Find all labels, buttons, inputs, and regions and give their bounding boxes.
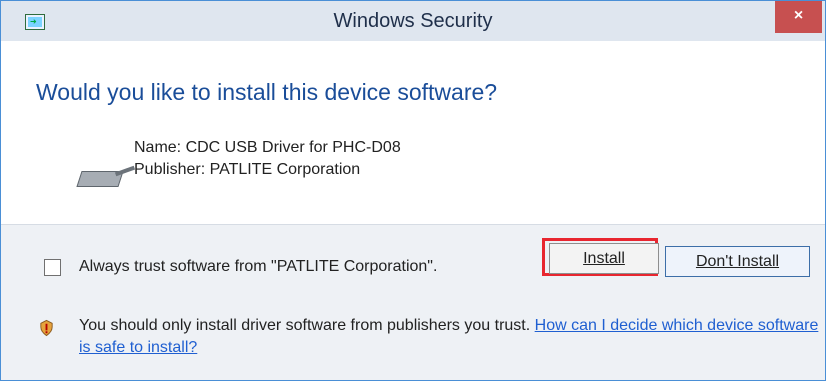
warning-text: You should only install driver software … — [79, 317, 531, 334]
title-bar[interactable]: ➜ Windows Security × — [1, 1, 825, 41]
driver-name: Name: CDC USB Driver for PHC-D08 — [134, 139, 401, 156]
dialog-header — [1, 41, 825, 224]
window-title: Windows Security — [333, 10, 493, 32]
close-button[interactable]: × — [775, 1, 822, 33]
always-trust-label[interactable]: Always trust software from "PATLITE Corp… — [79, 258, 437, 276]
windows-security-dialog: ➜ Windows Security × Would you like to i… — [0, 0, 826, 381]
close-icon: × — [793, 7, 804, 24]
driver-publisher: Publisher: PATLITE Corporation — [134, 161, 361, 178]
driver-info: Name: CDC USB Driver for PHC-D08 Publish… — [134, 137, 401, 181]
dont-install-button[interactable]: Don't Install — [665, 246, 810, 277]
install-button[interactable]: Install — [549, 243, 659, 274]
warning-message: You should only install driver software … — [79, 315, 819, 359]
dialog-heading: Would you like to install this device so… — [36, 79, 498, 105]
shield-warning-icon — [40, 319, 53, 337]
usb-device-icon — [71, 159, 141, 189]
always-trust-checkbox[interactable] — [44, 259, 61, 276]
